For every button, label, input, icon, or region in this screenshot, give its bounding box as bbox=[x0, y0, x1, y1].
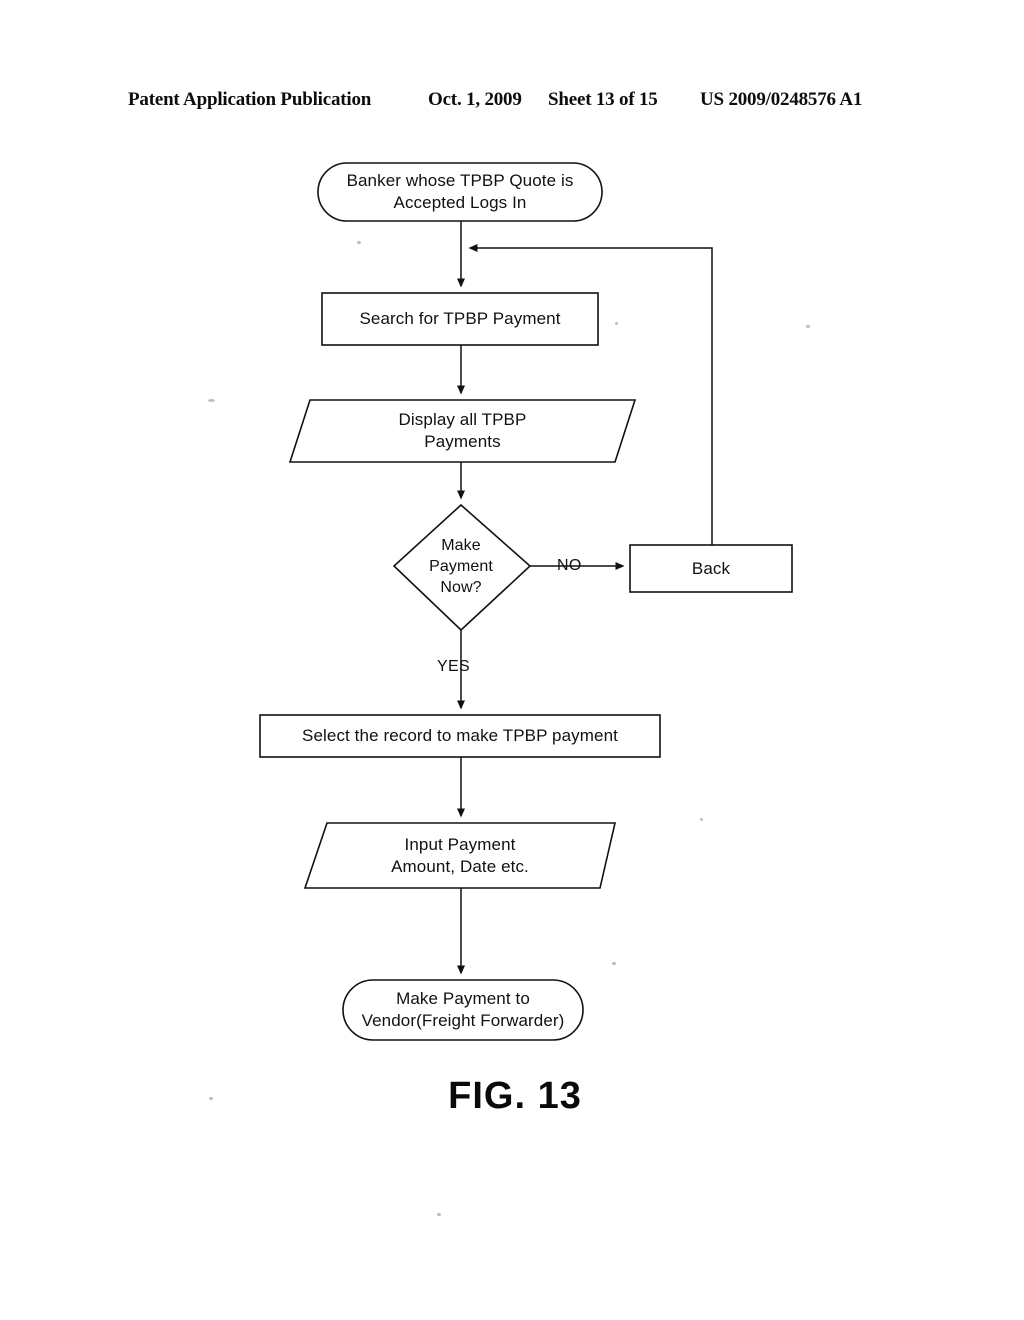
node-end-shape bbox=[342, 979, 584, 1041]
node-select-shape bbox=[259, 714, 661, 758]
node-display-shape bbox=[288, 399, 637, 463]
scan-speckle bbox=[612, 962, 616, 965]
node-back-shape bbox=[629, 544, 793, 593]
flowchart-canvas bbox=[259, 162, 793, 1041]
edge-label-no: NO bbox=[557, 557, 582, 574]
figure-caption: FIG. 13 bbox=[448, 1075, 582, 1117]
scan-speckle bbox=[437, 1213, 441, 1216]
node-search-shape bbox=[321, 292, 599, 346]
scan-speckle bbox=[615, 322, 618, 325]
edge-label-yes: YES bbox=[437, 658, 470, 675]
node-input-shape bbox=[303, 822, 617, 889]
scan-speckle bbox=[357, 241, 361, 244]
scan-speckle bbox=[700, 818, 703, 821]
node-decision-shape bbox=[392, 503, 532, 632]
node-start-shape bbox=[317, 162, 603, 222]
figure-flowchart: Banker whose TPBP Quote is Accepted Logs… bbox=[0, 0, 1024, 1320]
scan-speckle bbox=[209, 1097, 213, 1100]
scan-speckle bbox=[806, 325, 810, 328]
scan-speckle bbox=[208, 399, 215, 402]
